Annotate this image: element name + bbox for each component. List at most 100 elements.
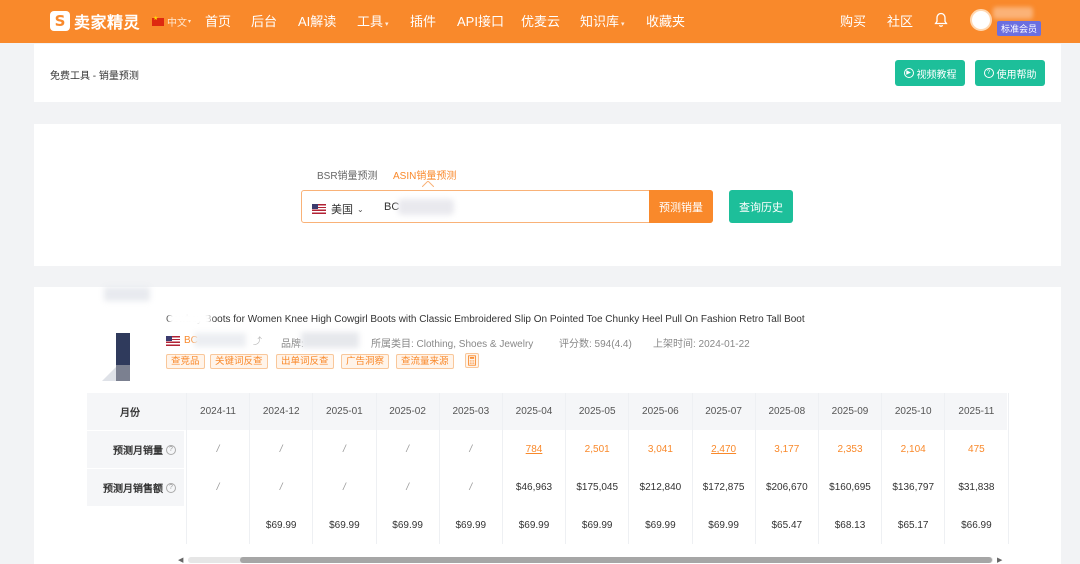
sales-cell: $212,840 bbox=[639, 482, 682, 493]
scroll-left-icon[interactable]: ◀ bbox=[178, 556, 183, 564]
tag-traffic-source[interactable]: 查流量来源 bbox=[396, 354, 454, 369]
sales-cell: / bbox=[216, 482, 220, 493]
sales-cell: $172,875 bbox=[702, 482, 745, 493]
asin-input[interactable]: BC bbox=[384, 201, 399, 213]
active-tab-indicator bbox=[422, 181, 434, 187]
sales-header-label: 预测月销售额 bbox=[103, 484, 163, 495]
column-divider bbox=[628, 393, 630, 544]
price-cell: $65.17 bbox=[897, 520, 929, 531]
nav-item-ai[interactable]: AI解读 bbox=[298, 11, 336, 30]
tab-bsr-prediction[interactable]: BSR销量预测 bbox=[317, 167, 378, 182]
horizontal-scrollbar[interactable]: ◀ ▶ bbox=[178, 556, 1003, 564]
month-cell: 2025-04 bbox=[515, 406, 553, 417]
product-image[interactable] bbox=[100, 331, 134, 383]
month-header: 月份 bbox=[87, 393, 184, 430]
product-category: 所属类目: Clothing, Shoes & Jewelry bbox=[371, 339, 534, 350]
language-label: 中文 bbox=[167, 18, 187, 29]
country-select[interactable]: 美国 ⌄ bbox=[312, 201, 364, 217]
help-icon[interactable]: ? bbox=[166, 444, 176, 455]
china-flag-icon bbox=[152, 15, 164, 26]
scroll-right-icon[interactable]: ▶ bbox=[997, 556, 1002, 564]
logo-text: 卖家精灵 bbox=[74, 15, 141, 32]
month-cell: 2025-03 bbox=[452, 406, 490, 417]
nav-item-dashboard[interactable]: 后台 bbox=[251, 11, 277, 30]
brand-redacted bbox=[301, 332, 359, 348]
sales-cell: $175,045 bbox=[576, 482, 619, 493]
nav-item-knowledge[interactable]: 知识库 ▾ bbox=[580, 11, 625, 30]
price-cell: $69.99 bbox=[708, 520, 739, 531]
tag-ad-insight[interactable]: 广告洞察 bbox=[341, 354, 390, 369]
sales-cell: / bbox=[279, 482, 283, 493]
bell-icon[interactable] bbox=[934, 12, 948, 28]
nav-item-community[interactable]: 社区 bbox=[887, 11, 913, 30]
asin-redacted bbox=[194, 333, 246, 347]
tag-keyword-reverse[interactable]: 关键词反查 bbox=[210, 354, 268, 369]
logo[interactable]: S 卖家精灵 bbox=[50, 9, 140, 33]
breadcrumb: 免费工具 - 销量预测 bbox=[50, 71, 139, 82]
us-flag-icon bbox=[312, 204, 326, 214]
asin-redacted bbox=[398, 199, 454, 215]
month-cell: 2024-12 bbox=[262, 406, 300, 417]
volume-cell[interactable]: 2,353 bbox=[819, 431, 881, 468]
month-cell: 2025-02 bbox=[389, 406, 426, 417]
volume-cell[interactable]: 3,177 bbox=[756, 431, 818, 468]
price-cell: $69.99 bbox=[581, 520, 613, 531]
sales-cell: $31,838 bbox=[958, 482, 995, 493]
tag-competitor-search[interactable]: 查竞品 bbox=[166, 354, 205, 369]
column-divider bbox=[502, 393, 503, 544]
help-icon[interactable]: ? bbox=[166, 482, 176, 493]
month-header-label: 月份 bbox=[120, 408, 140, 419]
help-button[interactable]: ? 使用帮助 bbox=[975, 60, 1045, 86]
nav-item-buy[interactable]: 购买 bbox=[840, 11, 866, 30]
sales-cell: $136,797 bbox=[892, 482, 935, 493]
volume-cell: / bbox=[343, 444, 346, 455]
price-cell bbox=[187, 507, 249, 544]
column-divider bbox=[881, 393, 883, 544]
volume-cell[interactable]: 784 bbox=[503, 431, 565, 468]
month-cell: 2025-08 bbox=[768, 406, 806, 417]
tag-order-keyword-reverse[interactable]: 出单词反查 bbox=[276, 354, 334, 369]
sales-cell: / bbox=[469, 482, 473, 493]
volume-cell[interactable]: 2,104 bbox=[882, 431, 944, 468]
volume-cell: / bbox=[279, 444, 283, 455]
product-launch-date: 上架时间: 2024-01-22 bbox=[653, 339, 750, 350]
nav-item-api[interactable]: API接口 bbox=[457, 11, 504, 30]
column-divider bbox=[186, 393, 187, 544]
volume-cell[interactable]: 3,041 bbox=[629, 431, 691, 468]
tab-asin-prediction[interactable]: ASIN销量预测 bbox=[393, 167, 456, 182]
avatar[interactable] bbox=[970, 9, 992, 31]
share-icon[interactable]: ⤴ bbox=[253, 334, 262, 347]
calculator-icon[interactable] bbox=[465, 353, 479, 368]
price-cell: $69.99 bbox=[645, 520, 676, 531]
nav-item-favorites[interactable]: 收藏夹 bbox=[646, 11, 685, 30]
video-tutorial-label: 视频教程 bbox=[916, 69, 957, 81]
play-icon: ▶ bbox=[903, 68, 914, 78]
nav-item-tools[interactable]: 工具 ▾ bbox=[357, 11, 389, 30]
predict-sales-button[interactable]: 预测销量 bbox=[649, 190, 713, 223]
nav-item-plugins[interactable]: 插件 bbox=[410, 11, 436, 30]
redacted-block bbox=[104, 287, 150, 301]
query-history-button[interactable]: 查询历史 bbox=[729, 190, 793, 223]
column-divider bbox=[312, 393, 314, 544]
language-switch[interactable]: 中文▾ bbox=[152, 14, 191, 29]
table-row-volume: 预测月销量? / / / / / 784 2,501 3,041 2,470 3,177 2,353… bbox=[87, 431, 1007, 468]
sales-cell: / bbox=[343, 482, 346, 493]
volume-cell[interactable]: 2,501 bbox=[566, 431, 628, 468]
volume-cell[interactable]: 2,470 bbox=[693, 431, 755, 468]
nav-item-home[interactable]: 首页 bbox=[205, 11, 231, 30]
country-label: 美国 bbox=[331, 204, 353, 216]
sales-cell: $160,695 bbox=[829, 482, 871, 493]
price-cell: $66.99 bbox=[961, 520, 992, 531]
video-tutorial-button[interactable]: ▶ 视频教程 bbox=[895, 60, 965, 86]
volume-cell[interactable]: 475 bbox=[945, 431, 1007, 468]
month-cell: 2025-01 bbox=[326, 406, 363, 417]
month-cell: 2025-05 bbox=[578, 406, 616, 417]
column-divider bbox=[565, 393, 567, 544]
product-title[interactable]: Cowboy Boots for Women Knee High Cowgirl… bbox=[166, 314, 805, 325]
column-divider bbox=[249, 393, 251, 544]
username-redacted bbox=[993, 7, 1033, 19]
nav-item-youmaiyun[interactable]: 优麦云 bbox=[521, 11, 560, 30]
title-redacted bbox=[169, 312, 211, 326]
volume-header: 预测月销量? bbox=[87, 431, 184, 468]
scroll-thumb[interactable] bbox=[240, 557, 992, 563]
